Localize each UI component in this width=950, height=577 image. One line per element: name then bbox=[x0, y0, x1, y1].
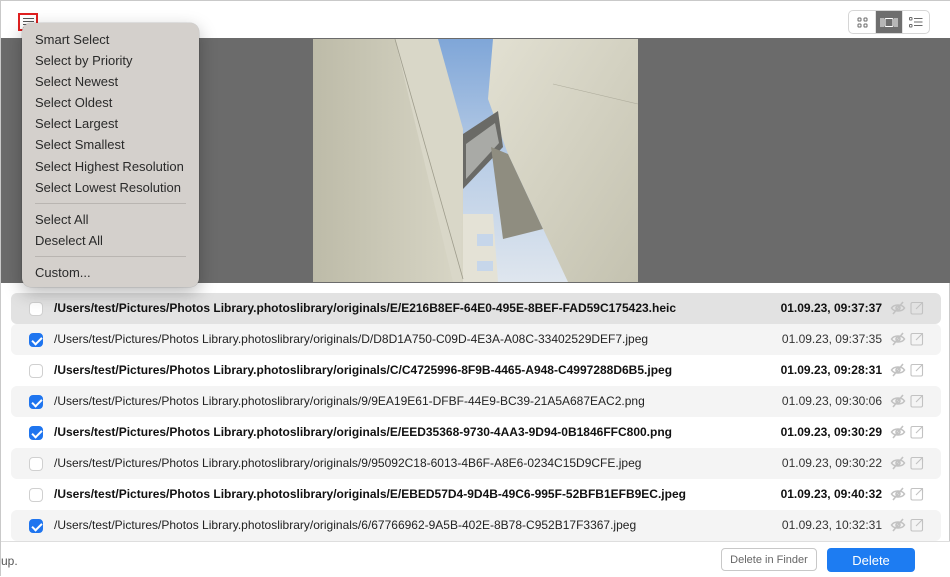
eye-slash-icon[interactable] bbox=[890, 363, 906, 377]
file-row[interactable]: /Users/test/Pictures/Photos Library.phot… bbox=[11, 293, 941, 324]
open-external-icon[interactable] bbox=[910, 332, 924, 346]
file-checkbox[interactable] bbox=[29, 519, 43, 533]
file-checkbox[interactable] bbox=[29, 333, 43, 347]
list-view-button[interactable] bbox=[902, 11, 929, 33]
file-date: 01.09.23, 09:30:06 bbox=[781, 394, 882, 408]
file-path: /Users/test/Pictures/Photos Library.phot… bbox=[54, 332, 649, 346]
open-external-icon[interactable] bbox=[910, 425, 924, 439]
menu-item-select-by-priority[interactable]: Select by Priority bbox=[22, 50, 199, 71]
delete-button[interactable]: Delete bbox=[827, 548, 915, 572]
file-row[interactable]: /Users/test/Pictures/Photos Library.phot… bbox=[11, 417, 941, 448]
footer-bar: up. Delete in Finder Delete bbox=[1, 541, 950, 577]
file-date: 01.09.23, 09:30:29 bbox=[780, 425, 882, 439]
file-date: 01.09.23, 09:40:32 bbox=[780, 487, 882, 501]
file-checkbox[interactable] bbox=[29, 488, 43, 502]
menu-item-deselect-all[interactable]: Deselect All bbox=[22, 230, 199, 251]
menu-item-custom[interactable]: Custom... bbox=[22, 262, 199, 283]
menu-item-select-highest-resolution[interactable]: Select Highest Resolution bbox=[22, 156, 199, 177]
file-row[interactable]: /Users/test/Pictures/Photos Library.phot… bbox=[11, 324, 941, 355]
duplicate-file-list: /Users/test/Pictures/Photos Library.phot… bbox=[11, 293, 941, 541]
grid-view-button[interactable] bbox=[849, 11, 875, 33]
file-path: /Users/test/Pictures/Photos Library.phot… bbox=[54, 518, 637, 532]
open-external-icon[interactable] bbox=[910, 394, 924, 408]
menu-separator bbox=[35, 202, 186, 204]
eye-slash-icon[interactable] bbox=[890, 301, 906, 315]
file-checkbox[interactable] bbox=[29, 302, 43, 316]
eye-slash-icon[interactable] bbox=[890, 394, 906, 408]
eye-slash-icon[interactable] bbox=[890, 332, 906, 346]
open-external-icon[interactable] bbox=[910, 518, 924, 532]
file-row[interactable]: /Users/test/Pictures/Photos Library.phot… bbox=[11, 448, 941, 479]
file-path: /Users/test/Pictures/Photos Library.phot… bbox=[54, 456, 642, 470]
file-row[interactable]: /Users/test/Pictures/Photos Library.phot… bbox=[11, 510, 941, 541]
menu-item-select-newest[interactable]: Select Newest bbox=[22, 71, 199, 92]
file-date: 01.09.23, 09:30:22 bbox=[781, 456, 882, 470]
file-checkbox[interactable] bbox=[29, 395, 43, 409]
eye-slash-icon[interactable] bbox=[890, 487, 906, 501]
file-path: /Users/test/Pictures/Photos Library.phot… bbox=[54, 394, 645, 408]
grid-icon bbox=[857, 17, 867, 27]
file-row[interactable]: /Users/test/Pictures/Photos Library.phot… bbox=[11, 355, 941, 386]
view-mode-switch bbox=[848, 10, 930, 34]
file-date: 01.09.23, 10:32:31 bbox=[781, 518, 882, 532]
file-checkbox[interactable] bbox=[29, 364, 43, 378]
selection-menu: Smart Select Select by Priority Select N… bbox=[22, 23, 199, 287]
menu-item-select-oldest[interactable]: Select Oldest bbox=[22, 92, 199, 113]
open-external-icon[interactable] bbox=[910, 487, 924, 501]
file-date: 01.09.23, 09:37:37 bbox=[780, 301, 882, 315]
file-path: /Users/test/Pictures/Photos Library.phot… bbox=[54, 301, 677, 315]
file-checkbox[interactable] bbox=[29, 426, 43, 440]
menu-item-select-smallest[interactable]: Select Smallest bbox=[22, 134, 199, 155]
file-path: /Users/test/Pictures/Photos Library.phot… bbox=[54, 425, 672, 439]
menu-item-smart-select[interactable]: Smart Select bbox=[22, 29, 199, 50]
eye-slash-icon[interactable] bbox=[890, 456, 906, 470]
menu-item-select-largest[interactable]: Select Largest bbox=[22, 113, 199, 134]
list-icon bbox=[909, 16, 923, 27]
file-row[interactable]: /Users/test/Pictures/Photos Library.phot… bbox=[11, 386, 941, 417]
filmstrip-icon bbox=[880, 17, 898, 27]
status-text: up. bbox=[1, 554, 18, 568]
open-external-icon[interactable] bbox=[910, 301, 924, 315]
file-checkbox[interactable] bbox=[29, 457, 43, 471]
file-path: /Users/test/Pictures/Photos Library.phot… bbox=[54, 487, 686, 501]
file-date: 01.09.23, 09:28:31 bbox=[780, 363, 882, 377]
file-path: /Users/test/Pictures/Photos Library.phot… bbox=[54, 363, 673, 377]
open-external-icon[interactable] bbox=[910, 456, 924, 470]
app-window: Smart Select Select by Priority Select N… bbox=[0, 0, 950, 577]
delete-in-finder-button[interactable]: Delete in Finder bbox=[721, 548, 817, 571]
menu-item-select-lowest-resolution[interactable]: Select Lowest Resolution bbox=[22, 177, 199, 198]
filmstrip-view-button[interactable] bbox=[875, 11, 902, 33]
menu-item-select-all[interactable]: Select All bbox=[22, 209, 199, 230]
preview-photo bbox=[313, 39, 638, 282]
menu-separator bbox=[35, 255, 186, 257]
building-photo-image bbox=[313, 39, 638, 282]
file-row[interactable]: /Users/test/Pictures/Photos Library.phot… bbox=[11, 479, 941, 510]
file-date: 01.09.23, 09:37:35 bbox=[781, 332, 882, 346]
open-external-icon[interactable] bbox=[910, 363, 924, 377]
eye-slash-icon[interactable] bbox=[890, 425, 906, 439]
eye-slash-icon[interactable] bbox=[890, 518, 906, 532]
